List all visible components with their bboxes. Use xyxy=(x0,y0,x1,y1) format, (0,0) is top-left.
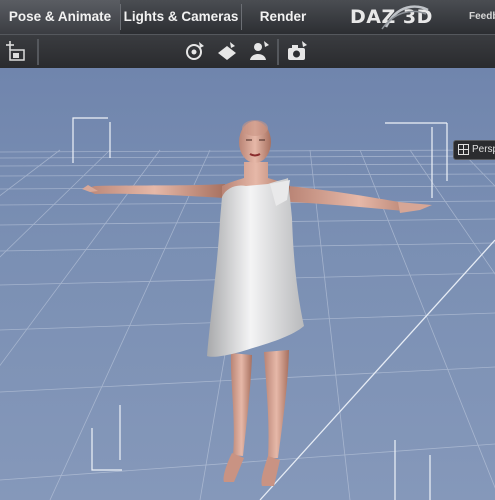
3d-viewport[interactable]: Persp xyxy=(0,68,495,500)
camera-view-label: Persp xyxy=(472,144,495,155)
tab-render[interactable]: Render xyxy=(242,0,324,34)
daz-logo: DAZ 3D xyxy=(350,5,433,30)
apply-pose-icon[interactable] xyxy=(214,38,240,64)
viewport-camera-icon xyxy=(458,144,469,155)
rotate-figure-icon[interactable] xyxy=(182,38,208,64)
toolbar-divider xyxy=(37,39,39,65)
toolbar-divider xyxy=(277,39,279,65)
tab-pose-animate[interactable]: Pose & Animate xyxy=(0,0,120,34)
viewport-scene xyxy=(0,117,495,500)
feedback-link[interactable]: Feedb xyxy=(469,11,495,22)
top-tab-bar: Pose & Animate Lights & Cameras Render D… xyxy=(0,0,495,34)
camera-icon[interactable] xyxy=(284,38,310,64)
tab-lights-cameras[interactable]: Lights & Cameras xyxy=(121,0,241,34)
human-figure[interactable] xyxy=(82,120,432,486)
logo-swoosh-icon xyxy=(381,5,429,30)
figure-select-icon[interactable] xyxy=(246,38,272,64)
camera-view-dropdown[interactable]: Persp xyxy=(453,140,495,160)
scene-content-icon[interactable] xyxy=(4,38,30,64)
toolbar xyxy=(0,34,495,68)
